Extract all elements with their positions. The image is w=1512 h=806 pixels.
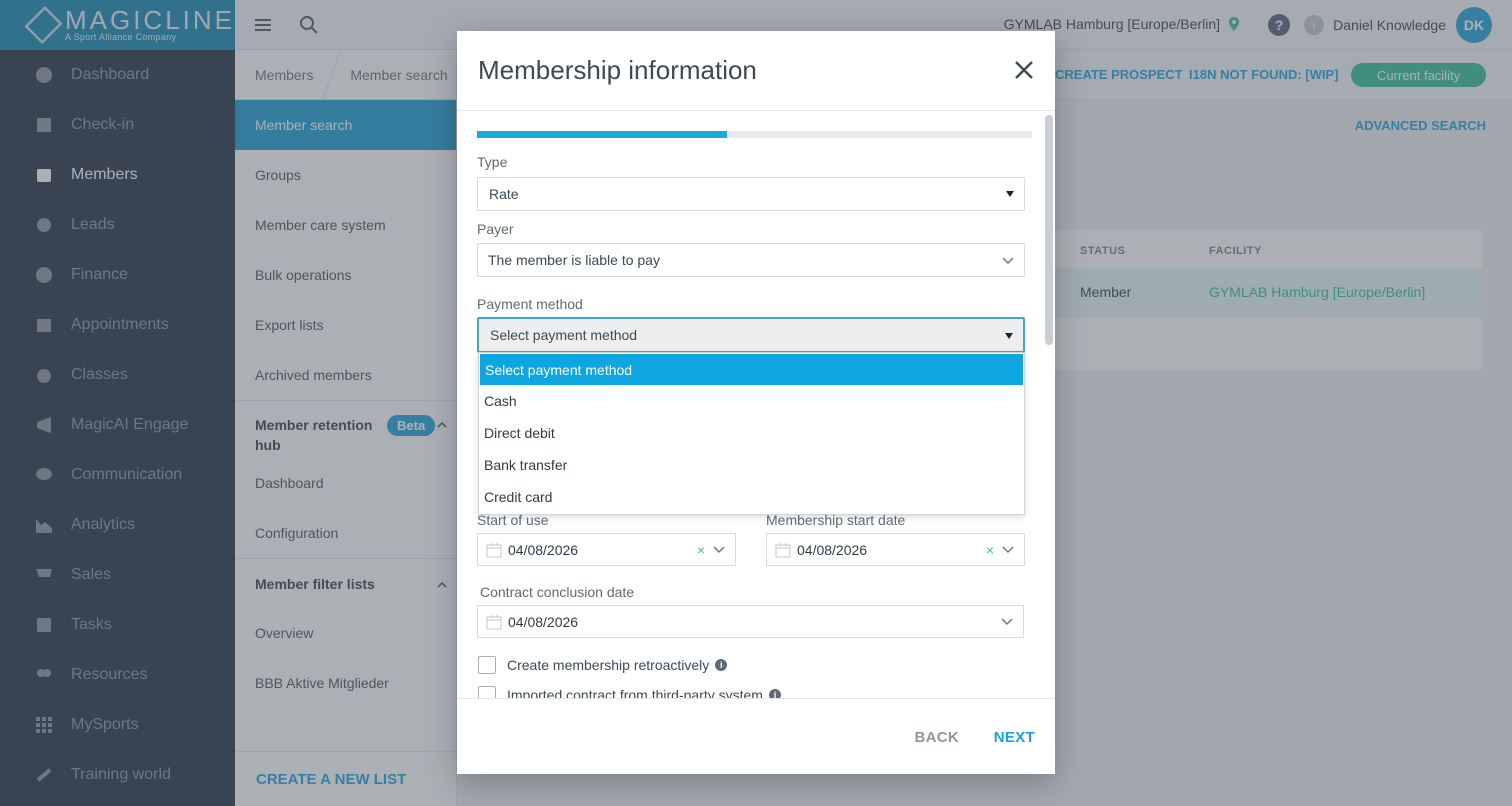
payment-method-select[interactable]: Select payment method [477, 317, 1025, 353]
chevron-down-icon [1002, 257, 1014, 265]
chevron-down-icon[interactable] [713, 545, 725, 555]
info-icon[interactable]: i [768, 689, 781, 698]
back-button[interactable]: BACK [914, 729, 959, 746]
contract-conclusion-value: 04/08/2026 [508, 613, 579, 630]
dialog-body: Type Rate Payer The member is liable to … [457, 111, 1055, 698]
payment-method-label: Payment method [477, 296, 583, 312]
retroactive-checkbox[interactable] [478, 656, 496, 674]
imported-contract-label: Imported contract from third-party syste… [507, 687, 763, 698]
dialog-header: Membership information [457, 31, 1055, 111]
wizard-progress-bar [477, 131, 1032, 138]
clear-icon[interactable]: × [697, 542, 705, 558]
payer-select[interactable]: The member is liable to pay [477, 243, 1025, 277]
membership-start-field[interactable]: 04/08/2026 × [766, 533, 1025, 566]
clear-icon[interactable]: × [986, 542, 994, 558]
start-of-use-value: 04/08/2026 [508, 541, 579, 558]
caret-down-icon [1006, 191, 1014, 197]
start-of-use-field[interactable]: 04/08/2026 × [477, 533, 736, 566]
contract-conclusion-label: Contract conclusion date [480, 584, 635, 600]
payment-option-cash[interactable]: Cash [479, 385, 1024, 417]
retroactive-label: Create membership retroactively [507, 657, 710, 673]
chevron-down-icon[interactable] [1002, 545, 1014, 555]
imported-contract-checkbox-row[interactable]: Imported contract from third-party syste… [478, 686, 781, 698]
info-icon[interactable]: i [715, 659, 728, 671]
contract-conclusion-field[interactable]: 04/08/2026 [477, 605, 1024, 638]
payment-option-bank-transfer[interactable]: Bank transfer [479, 449, 1024, 481]
dialog-scrollbar[interactable] [1045, 115, 1053, 345]
payment-option-direct-debit[interactable]: Direct debit [479, 417, 1024, 449]
type-select[interactable]: Rate [477, 177, 1025, 211]
dialog-title: Membership information [478, 55, 757, 85]
calendar-icon [775, 542, 791, 557]
imported-contract-checkbox[interactable] [478, 686, 496, 698]
type-label: Type [477, 154, 508, 170]
calendar-icon [486, 614, 502, 629]
retroactive-checkbox-row[interactable]: Create membership retroactively i [478, 656, 728, 674]
membership-info-dialog: Membership information Type Rate Payer T… [457, 31, 1055, 774]
payment-option-credit-card[interactable]: Credit card [479, 481, 1024, 513]
chevron-down-icon[interactable] [1001, 617, 1013, 627]
membership-start-value: 04/08/2026 [797, 541, 868, 558]
payer-label: Payer [477, 221, 514, 237]
payment-option-placeholder[interactable]: Select payment method [480, 354, 1023, 385]
dialog-footer: BACK NEXT [457, 698, 1055, 774]
next-button[interactable]: NEXT [994, 729, 1035, 746]
caret-down-icon [1005, 333, 1013, 339]
type-value: Rate [489, 186, 519, 202]
calendar-icon [486, 542, 502, 557]
payment-method-value: Select payment method [490, 327, 638, 343]
payer-value: The member is liable to pay [488, 252, 660, 268]
close-icon[interactable] [1013, 59, 1035, 81]
wizard-progress-fill [477, 131, 727, 138]
payment-method-dropdown: Select payment method Cash Direct debit … [478, 352, 1025, 515]
